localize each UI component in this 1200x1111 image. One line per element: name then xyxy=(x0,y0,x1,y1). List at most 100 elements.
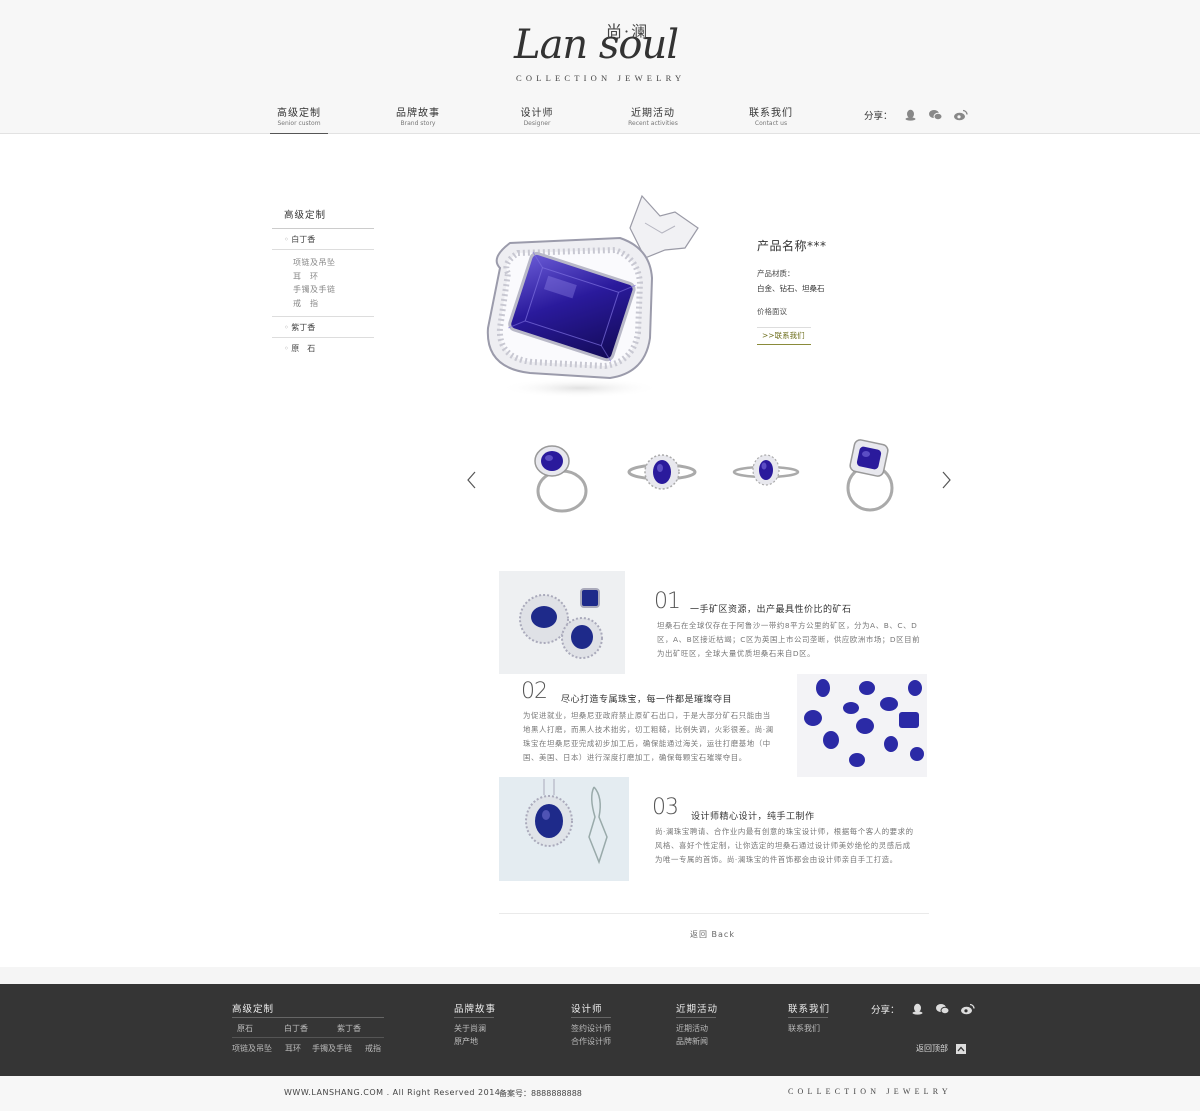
feature-description: 尚·澜珠宝聘请、合作业内最有创意的珠宝设计师，根据每个客人的要求的 风格、喜好个… xyxy=(655,825,931,867)
feature-image-gemstones xyxy=(797,674,927,778)
feature-image-pendant-sketch xyxy=(499,777,629,881)
footer-link-about[interactable]: 关于尚澜 xyxy=(454,1023,486,1034)
nav-label: 近期活动 xyxy=(631,108,675,119)
sidebar-subitem-ring[interactable]: 戒 指 xyxy=(293,297,374,311)
footer-spacer xyxy=(0,967,1200,984)
footer-link-necklace[interactable]: 项链及吊坠 xyxy=(232,1043,272,1054)
nav-sublabel: Senior custom xyxy=(277,120,321,127)
footer-brand-text: COLLECTION JEWELRY xyxy=(788,1087,952,1096)
footer-link-origin[interactable]: 原产地 xyxy=(454,1036,478,1047)
footer-divider xyxy=(232,1017,384,1018)
logo-script-text: Lan soul xyxy=(514,22,679,68)
sidebar-subitem-necklace[interactable]: 项链及吊坠 xyxy=(293,256,374,270)
feature-description: 为促进就业，坦桑尼亚政府禁止原矿石出口，于是大部分矿石只能由当 地黑人打磨，而黑… xyxy=(523,709,793,765)
footer-heading-brand-story: 品牌故事 xyxy=(454,1004,497,1015)
feature-text-line: 尚·澜珠宝聘请、合作业内最有创意的珠宝设计师，根据每个客人的要求的 xyxy=(655,827,914,836)
nav-sublabel: Contact us xyxy=(754,120,788,127)
footer-heading-contact: 联系我们 xyxy=(788,1004,831,1015)
nav-recent-activities[interactable]: 近期活动 Recent activities xyxy=(616,104,690,127)
footer-link-signed-designer[interactable]: 签约设计师 xyxy=(571,1023,611,1034)
feature-text-line: 为促进就业，坦桑尼亚政府禁止原矿石出口，于是大部分矿石只能由当 xyxy=(523,711,771,720)
back-link[interactable]: 返回 Back xyxy=(690,929,735,940)
site-header: Lan soul 尚·澜 COLLECTION JEWELRY 高级定制 Sen… xyxy=(0,0,1200,134)
product-name: 产品名称*** xyxy=(757,239,827,253)
footer-link-baidingxiang[interactable]: 白丁香 xyxy=(284,1023,308,1034)
share-label: 分享： xyxy=(871,1005,900,1016)
footer-heading-activities: 近期活动 xyxy=(676,1004,719,1015)
sidebar-subitem-bracelet[interactable]: 手镯及手链 xyxy=(293,283,374,297)
product-thumbnail-carousel xyxy=(462,436,956,526)
weibo-icon[interactable] xyxy=(960,1003,975,1015)
footer-divider xyxy=(788,1017,828,1018)
nav-sublabel: Designer xyxy=(523,120,551,127)
footer-heading-designer: 设计师 xyxy=(571,1004,603,1015)
product-info: 产品名称*** 产品材质： 白金、钻石、坦桑石 价格面议 >>联系我们 xyxy=(757,237,927,345)
feature-text-line: 风格、喜好个性定制，让你选定的坦桑石通过设计师美妙绝伦的灵感后成 xyxy=(655,841,911,850)
qq-icon[interactable] xyxy=(910,1003,925,1015)
feature-number: 03 xyxy=(652,795,679,820)
share-label: 分享： xyxy=(864,111,893,122)
feature-text-line: 珠宝在坦桑尼亚完成初步加工后，确保能通过海关，运往打磨基地（中 xyxy=(523,739,771,748)
feature-title: 尽心打造专属珠宝，每一件都是璀璨夺目 xyxy=(561,695,733,705)
next-arrow-icon[interactable] xyxy=(939,470,953,490)
weibo-icon[interactable] xyxy=(953,109,968,121)
feature-text-line: 为唯一专属的首饰。尚·澜珠宝的件首饰都会由设计师亲自手工打造。 xyxy=(655,855,898,864)
product-price: 价格面议 xyxy=(757,307,787,316)
nav-label: 设计师 xyxy=(520,108,554,119)
product-main-image xyxy=(486,194,699,398)
contact-us-button[interactable]: >>联系我们 xyxy=(757,327,811,345)
footer-divider xyxy=(232,1037,384,1038)
nav-senior-custom[interactable]: 高级定制 Senior custom xyxy=(262,104,336,134)
back-to-top-button[interactable]: 返回顶部 xyxy=(916,1043,966,1054)
footer-link-zidingxiang[interactable]: 紫丁香 xyxy=(337,1023,361,1034)
brand-logo[interactable]: Lan soul 尚·澜 COLLECTION JEWELRY xyxy=(510,16,690,86)
feature-text-line: 为出矿旺区，全球大量优质坦桑石来自D区。 xyxy=(657,649,816,658)
wechat-icon[interactable] xyxy=(935,1003,950,1015)
footer-link-ring[interactable]: 戒指 xyxy=(365,1043,381,1054)
logo-chinese-text: 尚·澜 xyxy=(606,22,650,41)
nav-contact-us[interactable]: 联系我们 Contact us xyxy=(734,104,808,127)
thumbnail-ring-1[interactable] xyxy=(522,436,602,522)
thumbnail-ring-2[interactable] xyxy=(622,436,702,522)
logo-subtitle: COLLECTION JEWELRY xyxy=(516,73,686,83)
feature-title: 一手矿区资源，出产最具性价比的矿石 xyxy=(690,605,852,615)
feature-image-rings xyxy=(499,571,625,675)
feature-text-line: 坦桑石在全球仅存在于阿鲁沙一带约8平方公里的矿区，分为A、B、C、D xyxy=(657,621,918,630)
sidebar-item-zidingxiang[interactable]: 紫丁香 xyxy=(272,316,374,338)
nav-label: 联系我们 xyxy=(749,108,793,119)
sidebar-title: 高级定制 xyxy=(272,202,374,229)
thumbnail-ring-4[interactable] xyxy=(830,436,910,522)
nav-designer[interactable]: 设计师 Designer xyxy=(500,104,574,127)
sidebar-subitem-earrings[interactable]: 耳 环 xyxy=(293,270,374,284)
feature-text-line: 地黑人打磨，而黑人技术拙劣，切工粗糙，比例失调，火彩很差。尚·澜 xyxy=(523,725,774,734)
arrow-up-icon xyxy=(956,1043,966,1054)
footer-link-brand-news[interactable]: 品牌新闻 xyxy=(676,1036,708,1047)
footer-link-earrings[interactable]: 耳环 xyxy=(285,1043,301,1054)
footer-link-raw-stone[interactable]: 原石 xyxy=(237,1023,253,1034)
sidebar-item-baidingxiang[interactable]: 白丁香 xyxy=(272,229,374,250)
sidebar-item-raw-stone[interactable]: 原 石 xyxy=(272,338,374,358)
footer-divider xyxy=(571,1017,611,1018)
product-material-value: 白金、钻石、坦桑石 xyxy=(757,284,825,293)
nav-brand-story[interactable]: 品牌故事 Brand story xyxy=(381,104,455,127)
feature-number: 02 xyxy=(521,679,548,704)
divider xyxy=(499,913,929,914)
prev-arrow-icon[interactable] xyxy=(465,470,479,490)
sidebar-subitems: 项链及吊坠 耳 环 手镯及手链 戒 指 xyxy=(272,250,374,316)
footer-link-recent-activities[interactable]: 近期活动 xyxy=(676,1023,708,1034)
footer-link-bracelet[interactable]: 手镯及手链 xyxy=(312,1043,352,1054)
nav-label: 品牌故事 xyxy=(396,108,440,119)
wechat-icon[interactable] xyxy=(928,109,943,121)
footer-link-contact[interactable]: 联系我们 xyxy=(788,1023,820,1034)
nav-sublabel: Recent activities xyxy=(628,120,678,127)
footer-heading-custom: 高级定制 xyxy=(232,1004,275,1015)
nav-label: 高级定制 xyxy=(277,108,321,119)
feature-block-01: 01 一手矿区资源，出产最具性价比的矿石 坦桑石在全球仅存在于阿鲁沙一带约8平方… xyxy=(499,571,929,675)
thumbnail-ring-3[interactable] xyxy=(724,436,804,522)
footer-link-partner-designer[interactable]: 合作设计师 xyxy=(571,1036,611,1047)
qq-icon[interactable] xyxy=(903,109,918,121)
category-sidebar: 高级定制 白丁香 项链及吊坠 耳 环 手镯及手链 戒 指 紫丁香 原 石 xyxy=(272,202,374,358)
feature-number: 01 xyxy=(654,589,681,614)
footer-divider xyxy=(676,1017,716,1018)
header-share: 分享： xyxy=(864,108,968,122)
